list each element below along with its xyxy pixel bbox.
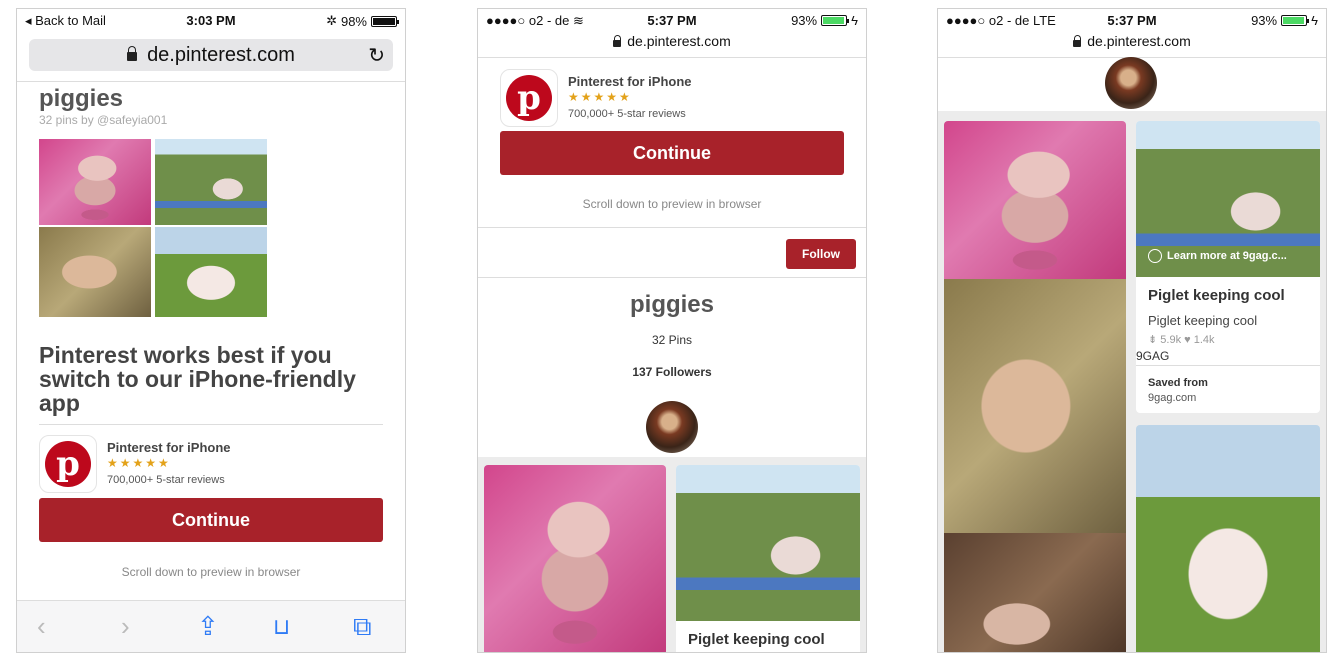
board-cover-grid[interactable] [39,139,267,317]
pin-title[interactable]: Piglet keeping cool [1148,287,1285,304]
bookmarks-icon[interactable]: ⊔ [273,614,290,640]
divider [1136,365,1320,366]
pin-grid: Piglet keeping cool [478,457,866,652]
pin-count: 32 Pins [651,333,693,347]
scroll-hint: Scroll down to preview in browser [582,197,762,211]
status-bar: ◂ Back to Mail 3:03 PM ✲ 98% [17,9,405,31]
pinterest-logo-icon: p [500,69,558,127]
pin-card[interactable]: Piglet keeping cool [676,465,860,652]
review-count: 700,000+ 5-star reviews [568,108,686,120]
url-text: de.pinterest.com [1087,33,1191,49]
address-bar[interactable]: de.pinterest.com [938,33,1326,49]
board-title: piggies [39,85,124,112]
battery-indicator: 93% ϟ [791,13,858,28]
battery-percent: 93% [1251,13,1278,28]
continue-button[interactable]: Continue [500,131,844,175]
safari-toolbar: ‹ › ⇪ ⊔ ⧉ [17,600,405,652]
url-text: de.pinterest.com [147,43,295,66]
saved-from-url[interactable]: 9gag.com [1148,392,1196,404]
pinterest-logo-icon: p [39,435,97,493]
owner-avatar[interactable] [1105,57,1157,109]
saved-from-label: Saved from [1148,377,1208,389]
learn-more-link[interactable]: Learn more at 9gag.c... [1148,249,1287,263]
app-promo-headline: Pinterest works best if you switch to ou… [39,342,356,416]
pin-image[interactable] [484,465,666,652]
loading-spinner-icon: ✲ [326,13,337,28]
board-title: piggies [629,291,714,318]
app-name: Pinterest for iPhone [568,74,692,89]
reload-icon[interactable]: ↻ [368,43,385,68]
address-bar[interactable]: de.pinterest.com ↻ [29,39,393,71]
back-icon[interactable]: ‹ [37,611,46,642]
divider [17,81,405,82]
pin-image[interactable] [944,121,1126,279]
divider [478,57,866,58]
board-subtitle: 32 pins by @safeyia001 [39,113,168,127]
rating-stars: ★★★★★ [107,456,171,470]
phone-screen-3: ●●●●○ o2 - de LTE 5:37 PM 93% ϟ de.pinte… [937,8,1327,653]
globe-icon [1148,249,1162,263]
battery-percent: 98% [340,13,367,29]
pin-grid: Learn more at 9gag.c... Piglet keeping c… [938,111,1326,652]
battery-percent: 93% [791,13,818,28]
lock-icon [127,45,138,61]
pin-thumbnail[interactable] [39,227,151,317]
phone-screen-2: ●●●●○ o2 - de ≋ 5:37 PM 93% ϟ de.pintere… [477,8,867,653]
lock-icon [1073,35,1082,47]
url-text: de.pinterest.com [627,33,731,49]
follower-count: 137 Followers [632,365,712,379]
tabs-icon[interactable]: ⧉ [353,611,372,643]
owner-avatar[interactable] [646,401,698,453]
rating-stars: ★★★★★ [568,90,632,104]
pin-card[interactable]: Learn more at 9gag.c... Piglet keeping c… [1136,121,1320,413]
learn-more-text: Learn more at 9gag.c... [1167,250,1287,262]
pin-image[interactable] [1136,425,1320,652]
pin-image[interactable] [944,533,1126,652]
battery-icon [821,15,850,26]
forward-icon[interactable]: › [121,611,130,642]
divider [478,277,866,278]
divider [478,227,866,228]
follow-button[interactable]: Follow [786,239,856,269]
battery-icon [1281,15,1310,26]
share-icon[interactable]: ⇪ [197,611,219,642]
divider [39,424,383,425]
pin-image[interactable] [944,279,1126,533]
review-count: 700,000+ 5-star reviews [107,474,225,486]
pin-thumbnail[interactable] [155,139,267,225]
pin-image[interactable] [676,465,860,621]
lock-icon [613,35,622,47]
status-bar: ●●●●○ o2 - de LTE 5:37 PM 93% ϟ [938,9,1326,31]
scroll-hint: Scroll down to preview in browser [121,565,301,579]
charging-icon: ϟ [851,13,858,28]
address-bar[interactable]: de.pinterest.com [478,33,866,49]
app-store-link[interactable]: p Pinterest for iPhone ★★★★★ 700,000+ 5-… [39,435,383,495]
status-bar: ●●●●○ o2 - de ≋ 5:37 PM 93% ϟ [478,9,866,31]
phone-screen-1: ◂ Back to Mail 3:03 PM ✲ 98% de.pinteres… [16,8,406,653]
battery-indicator: ✲ 98% [326,13,399,29]
app-name: Pinterest for iPhone [107,440,231,455]
pin-stats: ⇟ 5.9k ♥ 1.4k [1148,334,1215,346]
continue-button[interactable]: Continue [39,498,383,542]
pin-title[interactable]: Piglet keeping cool [688,631,825,648]
battery-indicator: 93% ϟ [1251,13,1318,28]
pin-source[interactable]: 9GAG [1136,349,1169,363]
pin-thumbnail[interactable] [39,139,151,225]
board-header: piggies 32 Pins 137 Followers [478,291,866,379]
pin-description: Piglet keeping cool [1148,313,1258,328]
charging-icon: ϟ [1311,13,1318,28]
app-store-link[interactable]: p Pinterest for iPhone ★★★★★ 700,000+ 5-… [500,69,844,129]
pin-thumbnail[interactable] [155,227,267,317]
battery-icon [371,15,399,27]
